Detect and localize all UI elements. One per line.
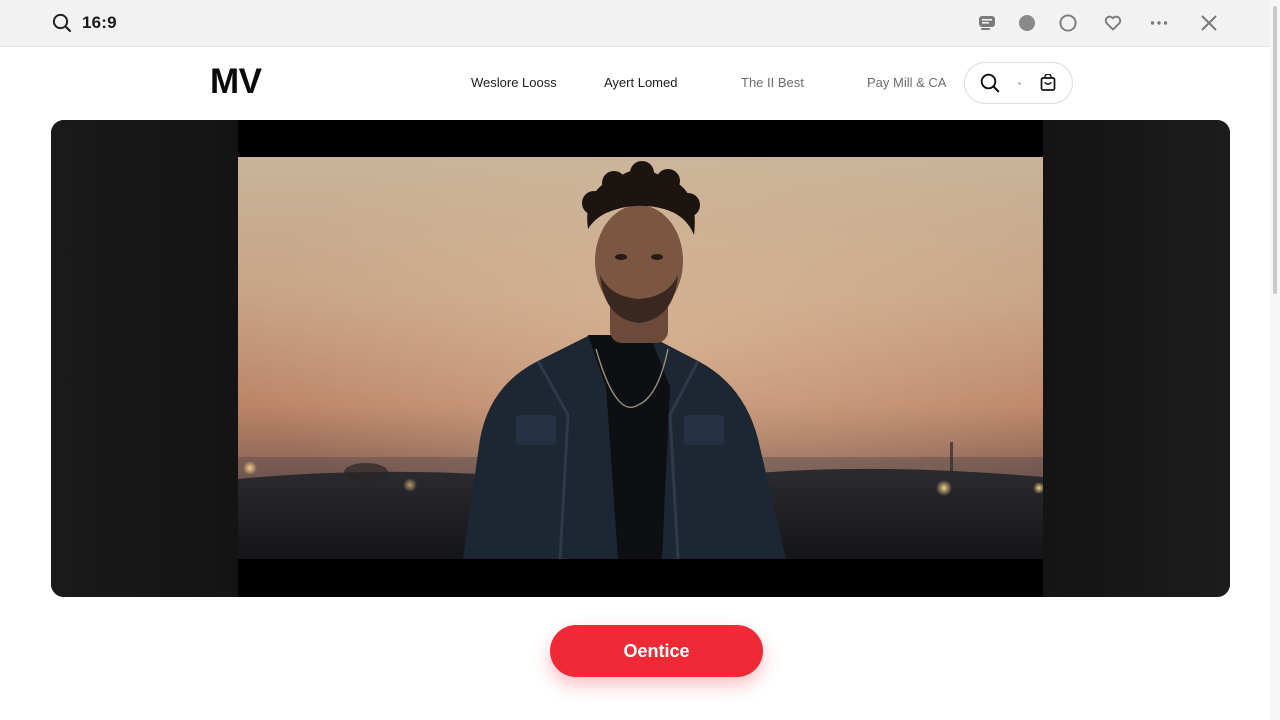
video-player[interactable] <box>51 120 1230 597</box>
nav-link-1[interactable]: Weslore Looss <box>471 75 557 90</box>
player-side-panel-left <box>51 120 238 597</box>
player-side-panel-right <box>1043 120 1230 597</box>
close-icon[interactable] <box>1199 13 1219 33</box>
scrollbar[interactable] <box>1270 0 1280 720</box>
primary-cta-button[interactable]: Oentice <box>550 625 763 677</box>
window-toolbar: 16:9 <box>0 0 1280 47</box>
nav-link-2[interactable]: Ayert Lomed <box>604 75 677 90</box>
nav-link-4[interactable]: Pay Mill & CA <box>867 75 946 90</box>
aspect-ratio-label: 16:9 <box>82 13 117 32</box>
search-icon[interactable] <box>52 13 72 33</box>
caption-icon[interactable] <box>977 13 997 33</box>
scrollbar-thumb[interactable] <box>1273 6 1277 294</box>
heart-icon[interactable] <box>1103 13 1123 33</box>
search-icon[interactable] <box>980 73 1000 93</box>
nav-link-3[interactable]: The II Best <box>741 75 804 90</box>
bag-icon[interactable] <box>1039 74 1057 92</box>
site-logo[interactable]: MV <box>210 62 262 102</box>
video-still <box>238 157 1043 559</box>
header-actions <box>964 62 1073 104</box>
more-icon[interactable] <box>1149 13 1169 33</box>
video-frame[interactable] <box>238 120 1043 597</box>
circle-icon[interactable] <box>1058 13 1078 33</box>
separator-dot <box>1018 82 1021 85</box>
record-dot-icon[interactable] <box>1017 13 1037 33</box>
